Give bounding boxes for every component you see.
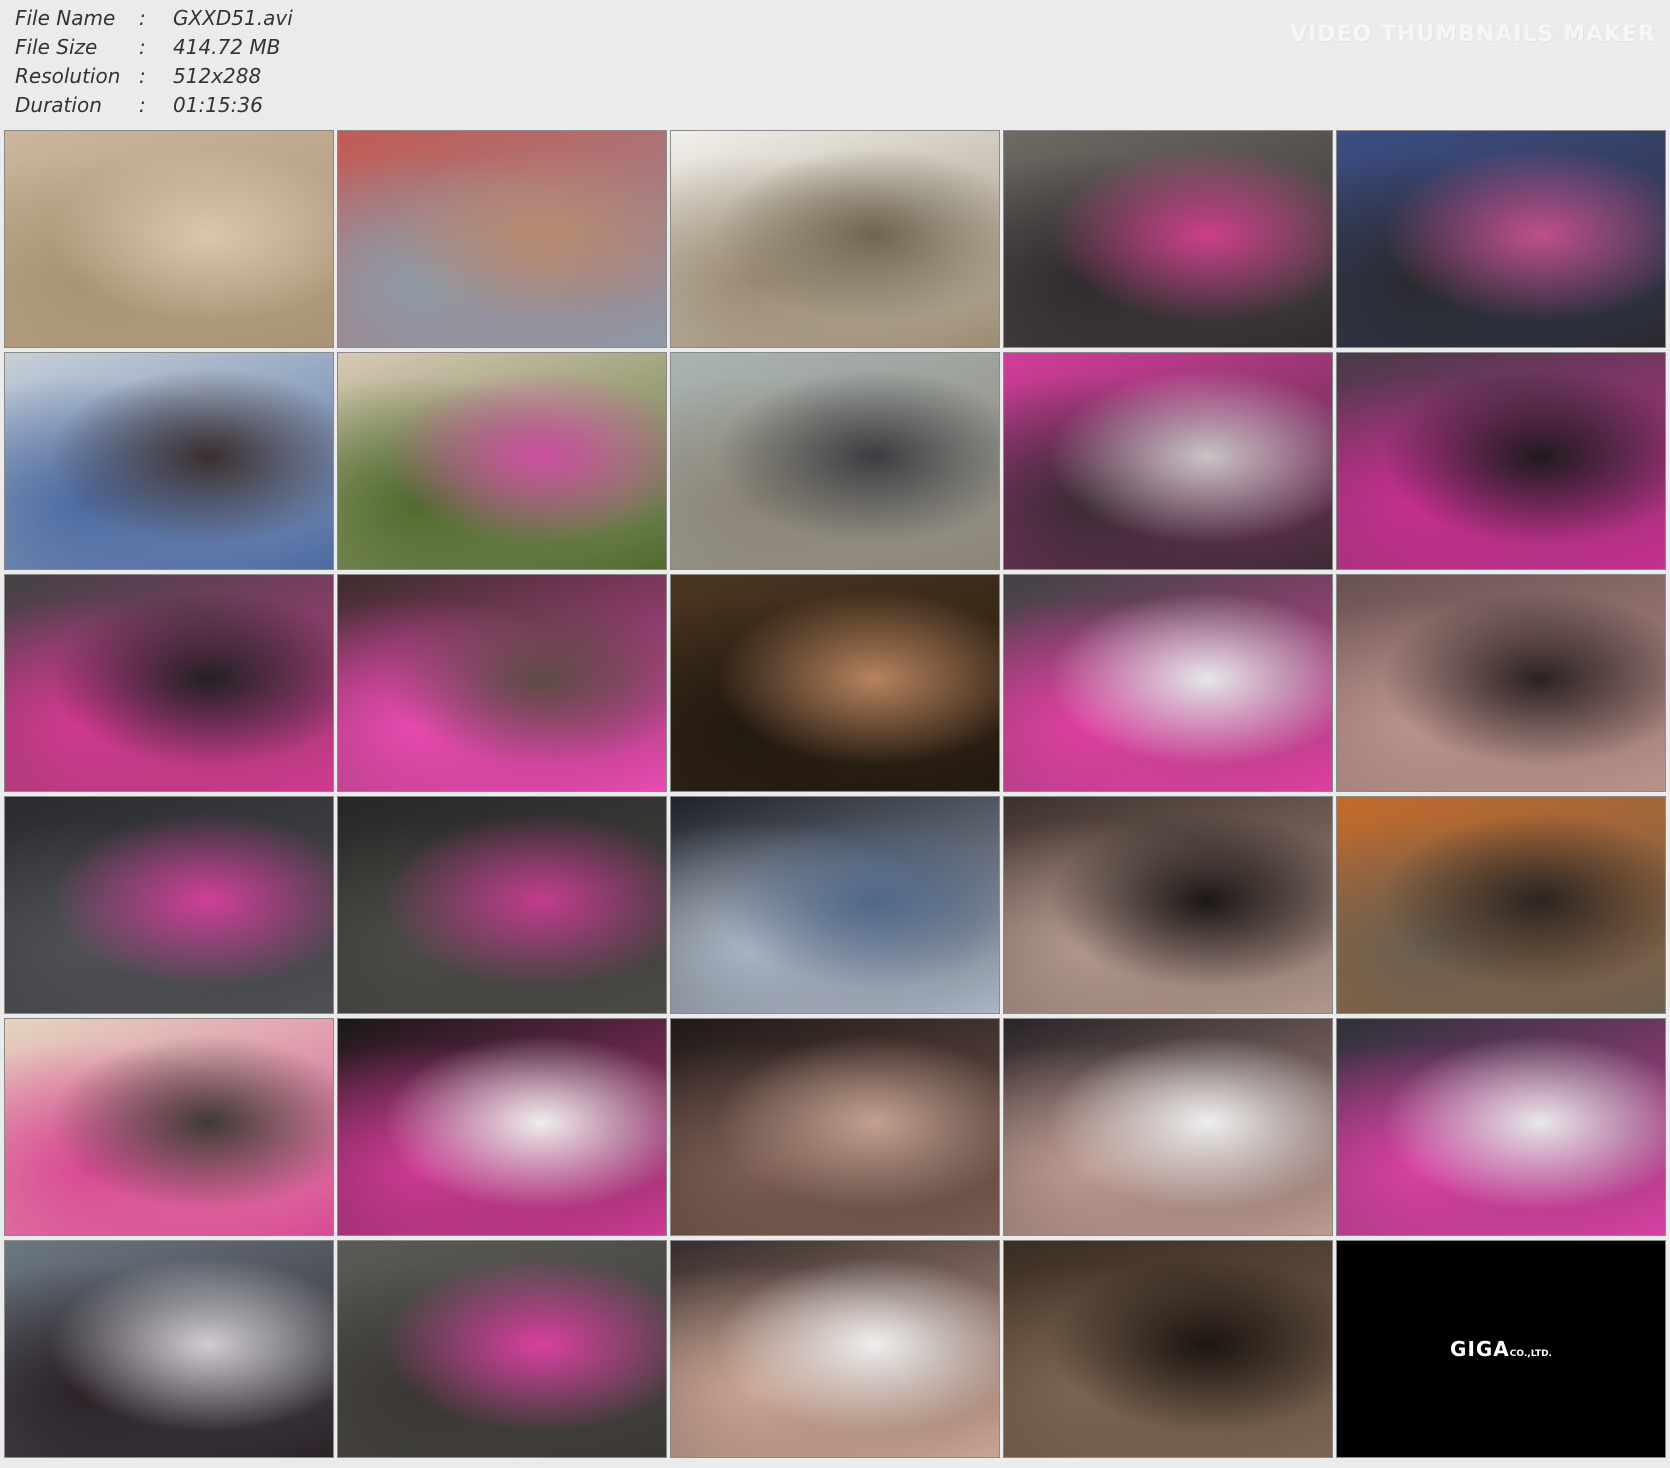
watermark-text: VIDEO THUMBNAILS MAKER	[1290, 22, 1656, 47]
thumbnail-image	[1004, 131, 1332, 347]
thumbnail-image	[671, 1241, 999, 1457]
thumbnail-two-faces	[670, 574, 1000, 792]
info-value-duration: 01:15:36	[173, 93, 263, 117]
thumbnail-ground-struggle	[1003, 130, 1333, 348]
thumbnail-bridge-closeup	[337, 130, 667, 348]
thumbnail-cross-room	[1003, 1240, 1333, 1458]
thumbnail-image	[1337, 353, 1665, 569]
info-label-file-size: File Size	[15, 35, 98, 59]
thumbnail-sofa-room	[337, 1240, 667, 1458]
thumbnail-image	[338, 1241, 666, 1457]
thumbnail-image	[1004, 353, 1332, 569]
info-label-resolution: Resolution	[15, 64, 121, 88]
thumbnail-image	[671, 797, 999, 1013]
thumbnail-image	[1004, 1241, 1332, 1457]
thumbnail-image	[1004, 797, 1332, 1013]
thumbnail-ranger-on-floor	[337, 574, 667, 792]
thumbnail-grid: GIGACO.,LTD.	[4, 130, 1666, 1458]
thumbnail-ranger-sitting	[337, 1018, 667, 1236]
thumbnail-kiss-closeup	[670, 1018, 1000, 1236]
thumbnail-image	[671, 575, 999, 791]
info-label-duration: Duration	[15, 93, 102, 117]
thumbnail-face-dark	[1003, 796, 1333, 1014]
thumbnail-sofa-grab	[4, 1240, 334, 1458]
thumbnail-image	[1337, 797, 1665, 1013]
thumbnail-pink-helmet-sunset	[4, 1018, 334, 1236]
logo-subtext: CO.,LTD.	[1509, 1349, 1552, 1359]
thumbnail-armored-villain	[4, 352, 334, 570]
info-separator: :	[139, 35, 146, 59]
info-row-resolution: Resolution : 512x288	[15, 62, 293, 91]
thumbnail-armor-closeup	[670, 796, 1000, 1014]
info-value-file-size: 414.72 MB	[173, 35, 281, 59]
thumbnail-image	[338, 1019, 666, 1235]
thumbnail-image	[338, 353, 666, 569]
info-value-file-name: GXXD51.avi	[173, 6, 293, 30]
thumbnail-dark-cage-standing	[337, 796, 667, 1014]
thumbnail-image	[1337, 131, 1665, 347]
thumbnail-pink-suit-down	[1003, 352, 1333, 570]
thumbnail-image	[5, 131, 333, 347]
info-separator: :	[139, 93, 146, 117]
thumbnail-boot-pin	[1336, 130, 1666, 348]
thumbnail-image	[5, 797, 333, 1013]
thumbnail-face-closeup	[1336, 574, 1666, 792]
thumbnail-image	[338, 131, 666, 347]
thumbnail-pink-ranger-park	[337, 352, 667, 570]
thumbnail-hold-closeup	[1003, 1018, 1333, 1236]
logo-text: GIGA	[1450, 1337, 1510, 1361]
thumbnail-image	[5, 1019, 333, 1235]
file-info-panel: File Name : GXXD51.avi File Size : 414.7…	[15, 4, 293, 120]
thumbnail-image	[338, 575, 666, 791]
thumbnail-image	[338, 797, 666, 1013]
thumbnail-riverbank-wide	[670, 130, 1000, 348]
thumbnail-image	[1004, 1019, 1332, 1235]
giga-logo: GIGACO.,LTD.	[1337, 1337, 1665, 1361]
thumbnail-villains-riverside	[1336, 796, 1666, 1014]
info-row-file-size: File Size : 414.72 MB	[15, 33, 293, 62]
thumbnail-image	[5, 353, 333, 569]
info-value-resolution: 512x288	[173, 64, 262, 88]
thumbnail-dark-room-lying	[4, 796, 334, 1014]
thumbnail-sofa-lying	[1336, 1018, 1666, 1236]
thumbnail-image	[5, 575, 333, 791]
thumbnail-image	[671, 131, 999, 347]
thumbnail-image	[1337, 1019, 1665, 1235]
info-row-file-name: File Name : GXXD51.avi	[15, 4, 293, 33]
thumbnail-overpass-fight	[670, 352, 1000, 570]
info-separator: :	[139, 6, 146, 30]
thumbnail-embrace-helmet	[1003, 574, 1333, 792]
info-label-file-name: File Name	[15, 6, 116, 30]
thumbnail-image	[1004, 575, 1332, 791]
info-row-duration: Duration : 01:15:36	[15, 91, 293, 120]
info-separator: :	[139, 64, 146, 88]
thumbnail-helmet-pinned	[4, 574, 334, 792]
thumbnail-image	[671, 353, 999, 569]
thumbnail-scream-closeup	[670, 1240, 1000, 1458]
thumbnail-image	[671, 1019, 999, 1235]
thumbnail-sandy-ground	[4, 130, 334, 348]
thumbnail-image	[1337, 575, 1665, 791]
thumbnail-helmet-down	[1336, 352, 1666, 570]
thumbnail-end-card: GIGACO.,LTD.	[1336, 1240, 1666, 1458]
thumbnail-image	[5, 1241, 333, 1457]
